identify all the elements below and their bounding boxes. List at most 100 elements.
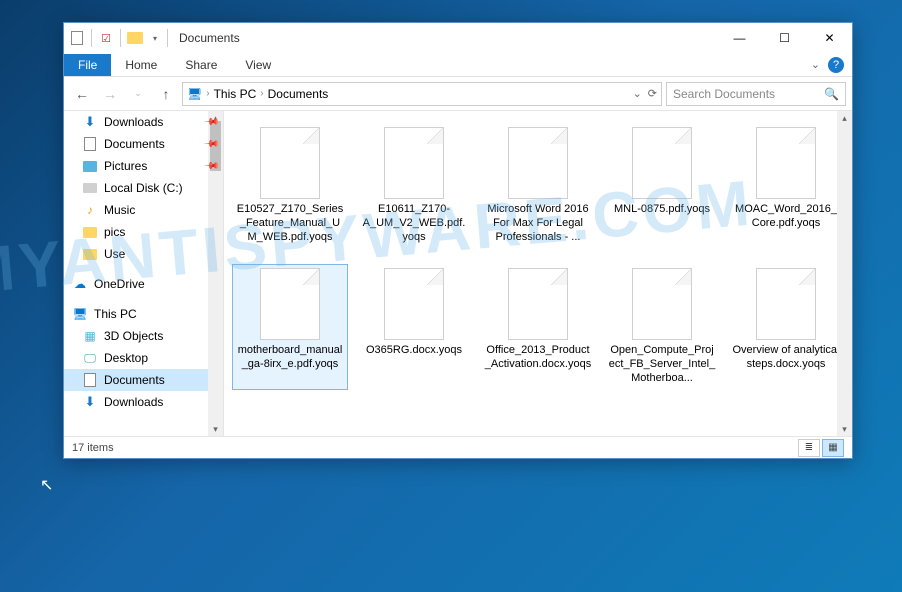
scroll-down-icon[interactable]: ▾ <box>837 422 852 436</box>
scroll-up-icon[interactable]: ▴ <box>837 111 852 125</box>
sidebar-item-label: pics <box>104 225 125 239</box>
nav-up-button[interactable]: ↑ <box>154 82 178 106</box>
main-scrollbar[interactable]: ▴ ▾ <box>837 111 852 436</box>
dl-icon: ⬇ <box>82 114 98 130</box>
sidebar-item-label: OneDrive <box>94 277 145 291</box>
explorer-window: ☑ ▾ Documents — ☐ ✕ File Home Share View… <box>63 22 853 459</box>
close-button[interactable]: ✕ <box>807 23 852 53</box>
maximize-button[interactable]: ☐ <box>762 23 807 53</box>
sidebar-item-use[interactable]: Use <box>64 243 223 265</box>
tab-view[interactable]: View <box>231 54 285 76</box>
doc-icon <box>82 136 98 152</box>
3d-icon: ▦ <box>82 328 98 344</box>
ribbon-expand-icon[interactable]: ⌄ <box>811 58 820 71</box>
refresh-icon[interactable]: ⟳ <box>648 87 657 100</box>
file-thumb-icon <box>508 127 568 199</box>
file-view[interactable]: E10527_Z170_Series_Feature_Manual_UM_WEB… <box>224 111 852 436</box>
folder-icon <box>126 29 144 47</box>
folder-icon <box>82 224 98 240</box>
sidebar-item-label: Pictures <box>104 159 147 173</box>
sidebar-item-pictures[interactable]: Pictures📌 <box>64 155 223 177</box>
search-input[interactable]: Search Documents 🔍 <box>666 82 846 106</box>
file-item[interactable]: Open_Compute_Project_FB_Server_Intel_Mot… <box>604 264 720 389</box>
content-area: ▴ ▾ ⬇Downloads📌Documents📌Pictures📌 Local … <box>64 111 852 436</box>
file-thumb-icon <box>756 268 816 340</box>
sidebar-item-onedrive[interactable]: ☁OneDrive <box>64 273 223 295</box>
file-label: MOAC_Word_2016_Core.pdf.yoqs <box>732 203 840 231</box>
sidebar-item-3d-objects[interactable]: ▦ 3D Objects <box>64 325 223 347</box>
sidebar-item-music[interactable]: ♪Music <box>64 199 223 221</box>
breadcrumb-current[interactable]: Documents <box>264 87 333 101</box>
scroll-down-icon[interactable]: ▾ <box>208 422 223 436</box>
file-item[interactable]: Office_2013_Product_Activation.docx.yoqs <box>480 264 596 389</box>
file-item[interactable]: Microsoft Word 2016 For Max For Legal Pr… <box>480 123 596 248</box>
sidebar-item-label: This PC <box>94 307 137 321</box>
tab-share[interactable]: Share <box>171 54 231 76</box>
address-dropdown-icon[interactable]: ⌄ <box>633 87 642 100</box>
sidebar-item-label: Documents <box>104 137 165 151</box>
pc-icon: 🖥 <box>187 87 202 101</box>
icons-view-button[interactable]: ▦ <box>822 439 844 457</box>
file-item[interactable]: Overview of analytical steps.docx.yoqs <box>728 264 844 389</box>
sidebar-item-label: Local Disk (C:) <box>104 181 183 195</box>
dl-icon: ⬇ <box>82 394 98 410</box>
sidebar-item-this-pc[interactable]: 🖥 This PC <box>64 303 223 325</box>
pc-icon: 🖥 <box>72 306 88 322</box>
doc-icon <box>82 372 98 388</box>
sidebar-item-downloads[interactable]: ⬇ Downloads <box>64 391 223 413</box>
file-item[interactable]: MOAC_Word_2016_Core.pdf.yoqs <box>728 123 844 248</box>
file-label: E10527_Z170_Series_Feature_Manual_UM_WEB… <box>236 203 344 244</box>
properties-icon[interactable] <box>68 29 86 47</box>
pic-icon <box>82 158 98 174</box>
navigation-pane[interactable]: ▴ ▾ ⬇Downloads📌Documents📌Pictures📌Local … <box>64 111 224 436</box>
search-placeholder: Search Documents <box>673 87 775 101</box>
search-icon: 🔍 <box>824 87 839 101</box>
qat-dropdown-icon[interactable]: ▾ <box>146 29 164 47</box>
file-thumb-icon <box>632 127 692 199</box>
cursor-icon: ↖ <box>40 475 53 495</box>
sidebar-item-pics[interactable]: pics <box>64 221 223 243</box>
file-thumb-icon <box>260 127 320 199</box>
sidebar-item-local-disk-c-[interactable]: Local Disk (C:) <box>64 177 223 199</box>
file-item[interactable]: MNL-0875.pdf.yoqs <box>604 123 720 248</box>
file-item[interactable]: E10527_Z170_Series_Feature_Manual_UM_WEB… <box>232 123 348 248</box>
file-thumb-icon <box>508 268 568 340</box>
file-label: Overview of analytical steps.docx.yoqs <box>732 344 840 372</box>
window-title: Documents <box>179 31 240 45</box>
file-label: Open_Compute_Project_FB_Server_Intel_Mot… <box>608 344 716 385</box>
nav-bar: ← → ⌄ ↑ 🖥 › This PC › Documents ⌄ ⟳ Sear… <box>64 77 852 111</box>
sidebar-item-documents[interactable]: Documents <box>64 369 223 391</box>
breadcrumb-root[interactable]: This PC <box>210 87 261 101</box>
status-bar: 17 items ≣ ▦ <box>64 436 852 458</box>
item-count: 17 items <box>72 442 114 454</box>
file-thumb-icon <box>260 268 320 340</box>
tab-home[interactable]: Home <box>111 54 171 76</box>
address-bar[interactable]: 🖥 › This PC › Documents ⌄ ⟳ <box>182 82 662 106</box>
desktop-icon: 🖵 <box>82 350 98 366</box>
file-item[interactable]: motherboard_manual_ga-8irx_e.pdf.yoqs <box>232 264 348 389</box>
qat: ☑ ▾ <box>68 29 164 47</box>
sidebar-item-desktop[interactable]: 🖵Desktop <box>64 347 223 369</box>
nav-back-button[interactable]: ← <box>70 82 94 106</box>
check-icon[interactable]: ☑ <box>97 29 115 47</box>
help-icon[interactable]: ? <box>828 57 844 73</box>
file-thumb-icon <box>384 268 444 340</box>
sidebar-item-documents[interactable]: Documents📌 <box>64 133 223 155</box>
sidebar-item-downloads[interactable]: ⬇Downloads📌 <box>64 111 223 133</box>
sidebar-item-label: 3D Objects <box>104 329 163 343</box>
details-view-button[interactable]: ≣ <box>798 439 820 457</box>
file-item[interactable]: E10611_Z170-A_UM_V2_WEB.pdf.yoqs <box>356 123 472 248</box>
ribbon-tabs: File Home Share View ⌄ ? <box>64 53 852 77</box>
disk-icon <box>82 180 98 196</box>
tab-file[interactable]: File <box>64 54 111 76</box>
nav-history-dropdown[interactable]: ⌄ <box>126 82 150 106</box>
file-label: MNL-0875.pdf.yoqs <box>614 203 710 217</box>
minimize-button[interactable]: — <box>717 23 762 53</box>
titlebar: ☑ ▾ Documents — ☐ ✕ <box>64 23 852 53</box>
nav-forward-button[interactable]: → <box>98 82 122 106</box>
folder-icon <box>82 246 98 262</box>
file-item[interactable]: O365RG.docx.yoqs <box>356 264 472 389</box>
sidebar-item-label: Downloads <box>104 395 163 409</box>
file-label: E10611_Z170-A_UM_V2_WEB.pdf.yoqs <box>360 203 468 244</box>
sidebar-item-label: Music <box>104 203 135 217</box>
